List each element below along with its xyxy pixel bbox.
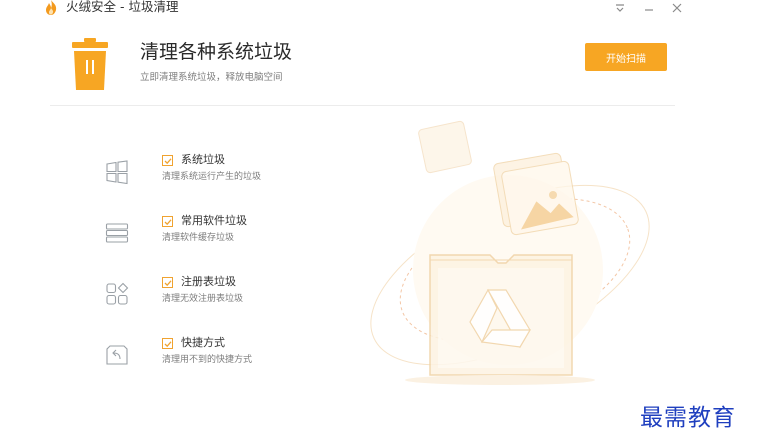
page-subtitle: 立即清理系统垃圾，释放电脑空间 [140,72,283,83]
divider [50,105,675,106]
category-label: 系统垃圾 [181,153,225,166]
windows-icon [106,160,128,185]
window-title: 火绒安全 - 垃圾清理 [66,0,179,14]
category-shortcuts: 快捷方式 清理用不到的快捷方式 [0,336,400,382]
close-icon[interactable] [668,0,686,16]
category-description: 清理系统运行产生的垃圾 [162,172,262,182]
category-system-junk: 系统垃圾 清理系统运行产生的垃圾 [0,153,400,199]
software-junk-checkbox[interactable] [162,216,173,227]
category-label: 注册表垃圾 [181,275,236,288]
shortcut-icon [106,345,128,365]
software-icon [105,223,129,243]
registry-junk-checkbox[interactable] [162,277,173,288]
cleanup-illustration [370,120,650,385]
category-label: 常用软件垃圾 [181,214,247,227]
category-label: 快捷方式 [181,336,225,349]
minimize-icon[interactable] [640,0,658,16]
title-bar: 火绒安全 - 垃圾清理 [0,0,765,18]
page-title: 清理各种系统垃圾 [140,41,293,63]
category-description: 清理用不到的快捷方式 [162,355,253,365]
flame-logo-icon [46,0,57,15]
category-software-junk: 常用软件垃圾 清理软件缓存垃圾 [0,214,400,260]
category-description: 清理软件缓存垃圾 [162,233,235,243]
trash-icon [72,38,108,90]
category-registry-junk: 注册表垃圾 清理无效注册表垃圾 [0,275,400,321]
shortcuts-checkbox[interactable] [162,338,173,349]
system-junk-checkbox[interactable] [162,155,173,166]
menu-icon[interactable] [611,0,629,16]
watermark-text: 最需教育 [640,405,736,431]
start-scan-button[interactable]: 开始扫描 [585,43,667,71]
registry-icon [106,282,129,305]
category-description: 清理无效注册表垃圾 [162,294,244,304]
